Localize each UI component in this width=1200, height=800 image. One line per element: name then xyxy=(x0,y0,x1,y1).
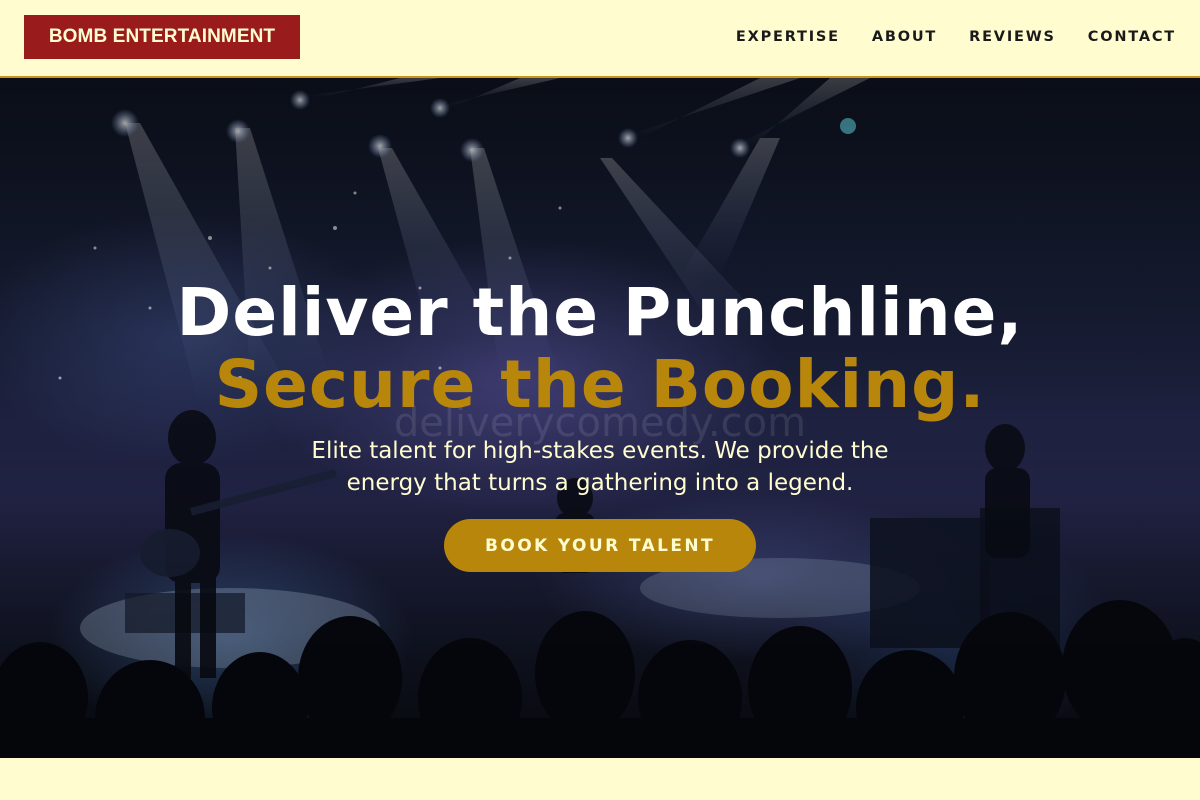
hero-section: deliverycomedy.com Deliver the Punchline… xyxy=(0,78,1200,758)
main-nav: EXPERTISE ABOUT REVIEWS CONTACT xyxy=(736,29,1176,45)
nav-item-about[interactable]: ABOUT xyxy=(872,29,937,45)
nav-item-expertise[interactable]: EXPERTISE xyxy=(736,29,840,45)
nav-item-contact[interactable]: CONTACT xyxy=(1088,29,1176,45)
hero-subtitle: Elite talent for high-stakes events. We … xyxy=(311,438,889,496)
site-header: BOMB ENTERTAINMENT EXPERTISE ABOUT REVIE… xyxy=(0,0,1200,78)
book-your-talent-button[interactable]: BOOK YOUR TALENT xyxy=(444,519,756,572)
hero-headline-line-2: Secure the Booking. xyxy=(214,346,986,423)
nav-item-reviews[interactable]: REVIEWS xyxy=(969,29,1056,45)
hero-content: deliverycomedy.com Deliver the Punchline… xyxy=(0,78,1200,758)
hero-headline-line-1: Deliver the Punchline, xyxy=(176,274,1024,351)
brand-logo[interactable]: BOMB ENTERTAINMENT xyxy=(24,15,300,59)
